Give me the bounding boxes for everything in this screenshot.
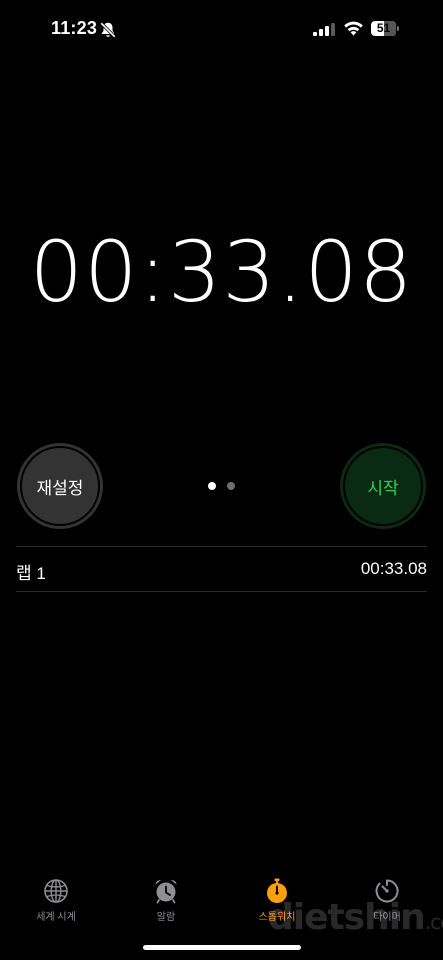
home-indicator[interactable] xyxy=(143,945,301,950)
battery-icon: 51 xyxy=(371,21,401,37)
lap-row-divider xyxy=(16,591,427,592)
tab-alarm-label: 알람 xyxy=(156,912,176,923)
tab-world-clock-label: 세계 시계 xyxy=(36,912,76,923)
bell-slash-icon xyxy=(100,22,116,38)
wifi-icon xyxy=(344,21,363,36)
alarm-clock-icon xyxy=(155,880,177,904)
stopwatch-display: 00:33.08 xyxy=(29,223,414,321)
reset-button[interactable]: 재설정 xyxy=(17,443,103,529)
reset-button-label: 재설정 xyxy=(36,478,84,498)
watermark-text: dietshin xyxy=(268,897,426,938)
battery-level: 51 xyxy=(376,21,391,35)
globe-icon xyxy=(44,879,68,903)
page-indicator-dot-1[interactable] xyxy=(208,482,216,490)
battery-cap xyxy=(397,26,399,31)
watermark-suffix: .com xyxy=(424,910,443,934)
cellular-signal-icon xyxy=(313,23,335,36)
lap-label: 랩 1 xyxy=(16,564,46,583)
tab-world-clock[interactable]: 세계 시계 xyxy=(11,878,101,923)
page-indicator-dot-2[interactable] xyxy=(227,482,235,490)
start-button-label: 시작 xyxy=(367,478,399,498)
status-time: 11:23 xyxy=(51,18,98,38)
lap-row: 랩 1 00:33.08 xyxy=(16,547,427,591)
start-button[interactable]: 시작 xyxy=(340,443,426,529)
tab-alarm[interactable]: 알람 xyxy=(121,878,211,923)
lap-time: 00:33.08 xyxy=(360,559,427,578)
watermark: dietshin.com xyxy=(268,897,443,938)
